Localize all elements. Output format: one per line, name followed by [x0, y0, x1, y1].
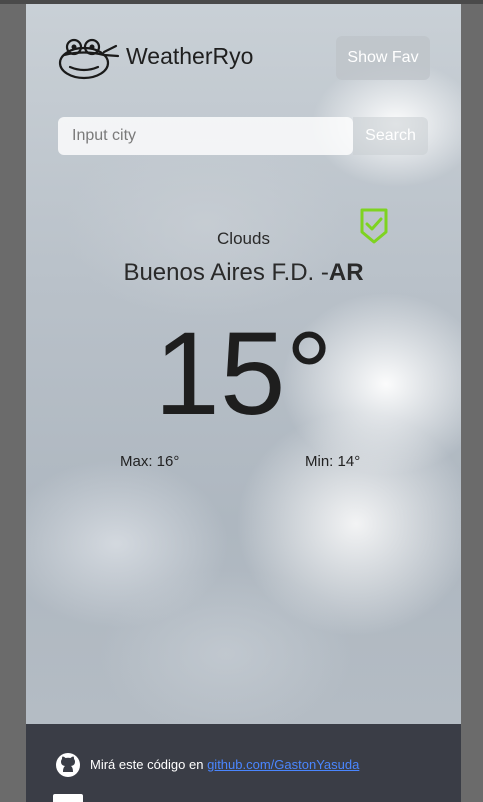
github-icon: [56, 753, 80, 777]
city-search-input[interactable]: [58, 117, 353, 155]
search-button[interactable]: Search: [353, 117, 428, 155]
city-name: Buenos Aires F.D. -AR: [26, 259, 461, 287]
image-icon: [53, 794, 83, 802]
header: WeatherRyo Show Fav: [58, 34, 430, 84]
app-brand-title: WeatherRyo: [126, 43, 254, 69]
ninja-frog-logo-icon: [58, 38, 120, 80]
github-link[interactable]: github.com/GastonYasuda: [207, 757, 359, 772]
footer-text: Mirá este código en github.com/GastonYas…: [90, 757, 359, 772]
min-temperature: Min: 14°: [305, 453, 361, 470]
max-temperature: Max: 16°: [120, 453, 180, 470]
country-code: AR: [328, 259, 364, 286]
footer-label: Mirá este código en: [90, 757, 208, 772]
app-container: WeatherRyo Show Fav Search Clouds Buenos…: [26, 4, 461, 802]
show-fav-button[interactable]: Show Fav: [336, 36, 430, 80]
weather-condition: Clouds: [217, 229, 270, 248]
city-label: Buenos Aires F.D. -: [123, 259, 329, 286]
footer: Mirá este código en github.com/GastonYas…: [26, 724, 461, 802]
temperature: 15°: [154, 308, 333, 440]
